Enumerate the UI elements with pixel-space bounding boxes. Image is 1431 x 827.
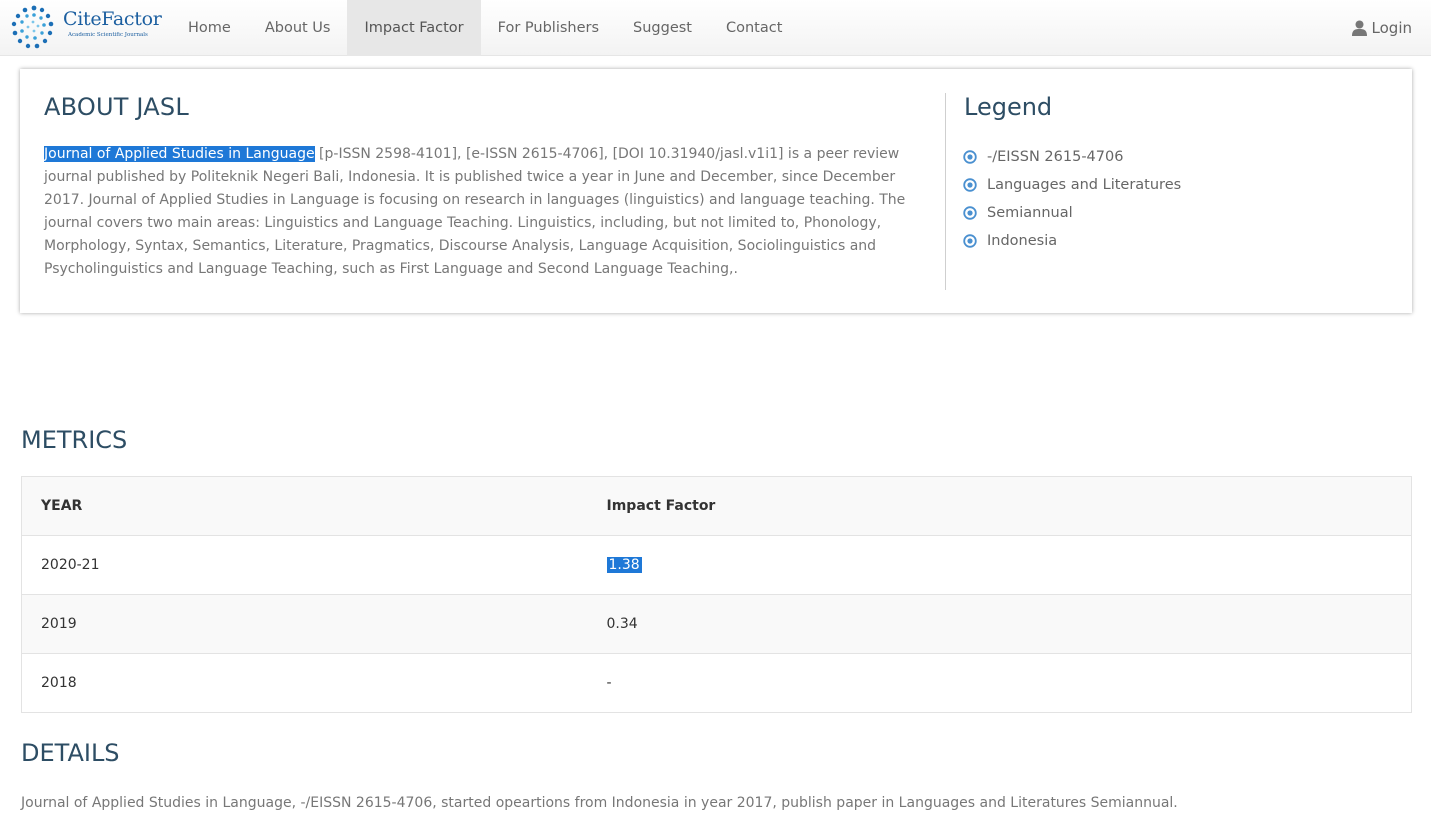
- row-year: 2018: [21, 653, 588, 713]
- radio-dot-icon: [963, 206, 977, 220]
- row-year: 2020-21: [21, 535, 588, 595]
- main-nav: Home About Us Impact Factor For Publishe…: [171, 0, 799, 56]
- nav-for-publishers[interactable]: For Publishers: [481, 0, 616, 56]
- logo-dots-icon: [11, 5, 54, 49]
- about-panel: ABOUT JASL Journal of Applied Studies in…: [20, 69, 1412, 313]
- nav-about-us[interactable]: About Us: [248, 0, 348, 56]
- about-description: Journal of Applied Studies in Language […: [44, 143, 932, 281]
- legend-item-issn: -/EISSN 2615-4706: [963, 143, 1181, 171]
- legend-label: -/EISSN 2615-4706: [987, 149, 1124, 165]
- nav-contact[interactable]: Contact: [709, 0, 799, 56]
- details-title: DETAILS: [21, 739, 120, 767]
- legend-item-frequency: Semiannual: [963, 199, 1181, 227]
- table-row: 2018 -: [21, 653, 1412, 713]
- header-year: YEAR: [21, 476, 588, 536]
- legend-label: Languages and Literatures: [987, 177, 1182, 193]
- metrics-title: METRICS: [21, 426, 128, 454]
- impact-factor-selected: 1.38: [606, 557, 642, 573]
- row-impact-factor: -: [587, 653, 1412, 713]
- table-header-row: YEAR Impact Factor: [21, 476, 1412, 536]
- row-year: 2019: [21, 594, 588, 654]
- row-impact-factor: 1.38: [587, 535, 1412, 595]
- login-link[interactable]: Login: [1351, 0, 1412, 56]
- legend-title: Legend: [964, 93, 1053, 121]
- radio-dot-icon: [963, 178, 977, 192]
- details-text: Journal of Applied Studies in Language, …: [21, 795, 1178, 811]
- top-navbar: CiteFactor Academic Scientific Journals …: [0, 0, 1431, 56]
- header-impact-factor: Impact Factor: [587, 476, 1412, 536]
- about-title: ABOUT JASL: [44, 93, 189, 121]
- radio-dot-icon: [963, 150, 977, 164]
- legend-label: Indonesia: [987, 233, 1058, 249]
- nav-impact-factor[interactable]: Impact Factor: [347, 0, 481, 56]
- user-icon: [1351, 20, 1367, 36]
- legend-item-subject: Languages and Literatures: [963, 171, 1181, 199]
- legend-item-country: Indonesia: [963, 227, 1181, 255]
- about-description-text: [p-ISSN 2598-4101], [e-ISSN 2615-4706], …: [44, 146, 906, 277]
- brand-name: CiteFactor: [63, 8, 162, 30]
- nav-suggest[interactable]: Suggest: [616, 0, 709, 56]
- row-impact-factor: 0.34: [587, 594, 1412, 654]
- journal-name-selected: Journal of Applied Studies in Language: [44, 146, 315, 162]
- nav-home[interactable]: Home: [171, 0, 248, 56]
- brand-tagline: Academic Scientific Journals: [68, 32, 148, 38]
- legend-list: -/EISSN 2615-4706 Languages and Literatu…: [963, 143, 1181, 255]
- table-row: 2020-21 1.38: [21, 535, 1412, 595]
- metrics-table: YEAR Impact Factor 2020-21 1.38 2019 0.3…: [21, 476, 1412, 713]
- table-row: 2019 0.34: [21, 594, 1412, 654]
- citefactor-logo[interactable]: CiteFactor Academic Scientific Journals: [8, 4, 170, 52]
- login-label: Login: [1371, 19, 1412, 37]
- legend-label: Semiannual: [987, 205, 1073, 221]
- panel-divider: [945, 93, 946, 290]
- radio-dot-icon: [963, 234, 977, 248]
